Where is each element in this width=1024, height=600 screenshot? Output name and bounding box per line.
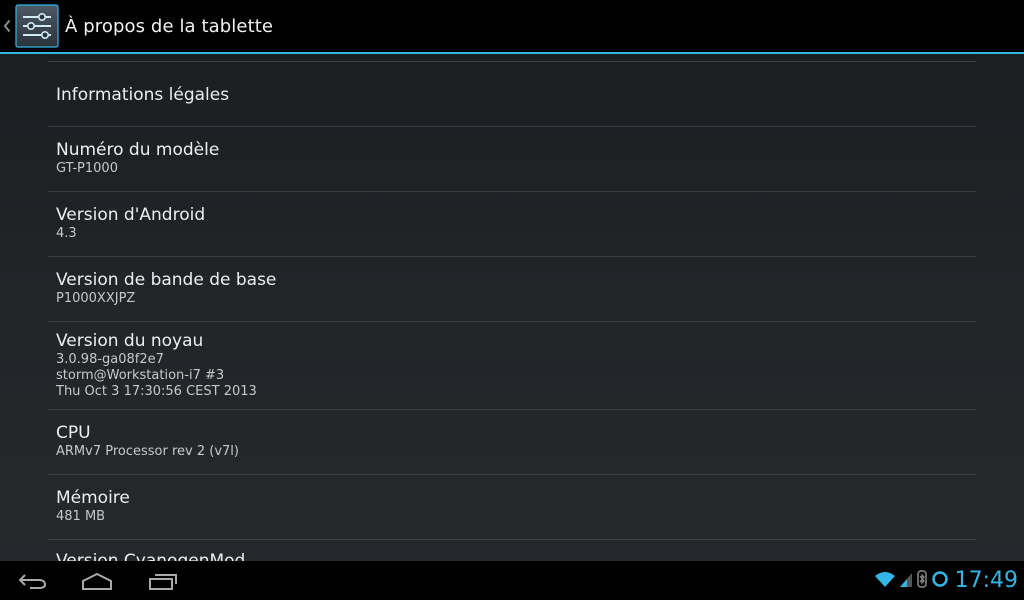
status-area[interactable]: 17:49 (874, 561, 1018, 600)
settings-sliders-icon[interactable] (15, 4, 59, 48)
pref-summary: 481 MB (56, 509, 106, 524)
chevron-left-icon[interactable] (0, 0, 14, 53)
pref-title: CPU (56, 423, 91, 443)
clock: 17:49 (954, 568, 1018, 593)
pref-legal-info[interactable]: Informations légales (48, 62, 976, 127)
page-title: À propos de la tablette (65, 15, 274, 37)
pref-summary: ARMv7 Processor rev 2 (v7l) (56, 444, 239, 459)
pref-title: Informations légales (56, 85, 230, 105)
pref-title: Mémoire (56, 488, 130, 508)
pref-memory: Mémoire 481 MB (48, 475, 976, 540)
pref-summary: 3.0.98-ga08f2e7 storm@Workstation-i7 #3 … (56, 352, 257, 399)
action-bar: À propos de la tablette (0, 0, 1024, 54)
about-tablet-screen: À propos de la tablette Informations lég… (0, 0, 1024, 600)
pref-title: Version du noyau (56, 331, 204, 351)
signal-icon (899, 570, 913, 592)
pref-title: Version de bande de base (56, 270, 277, 290)
back-icon[interactable] (3, 561, 63, 600)
pref-kernel-version: Version du noyau 3.0.98-ga08f2e7 storm@W… (48, 322, 976, 410)
recent-apps-icon[interactable] (133, 561, 193, 600)
pref-android-version[interactable]: Version d'Android 4.3 (48, 192, 976, 257)
preference-list: Informations légales Numéro du modèle GT… (48, 61, 976, 600)
pref-summary: 4.3 (56, 226, 77, 241)
bluetooth-icon (916, 569, 928, 592)
pref-summary: GT-P1000 (56, 161, 118, 176)
pref-cpu: CPU ARMv7 Processor rev 2 (v7l) (48, 410, 976, 475)
pref-summary: P1000XXJPZ (56, 291, 136, 306)
wifi-icon (874, 570, 896, 592)
navigation-bar: 17:49 (0, 561, 1024, 600)
pref-model-number: Numéro du modèle GT-P1000 (48, 127, 976, 192)
pref-title: Version d'Android (56, 205, 206, 225)
home-icon[interactable] (67, 561, 127, 600)
sync-icon (931, 570, 949, 592)
pref-title: Numéro du modèle (56, 140, 220, 160)
pref-baseband-version: Version de bande de base P1000XXJPZ (48, 257, 976, 322)
